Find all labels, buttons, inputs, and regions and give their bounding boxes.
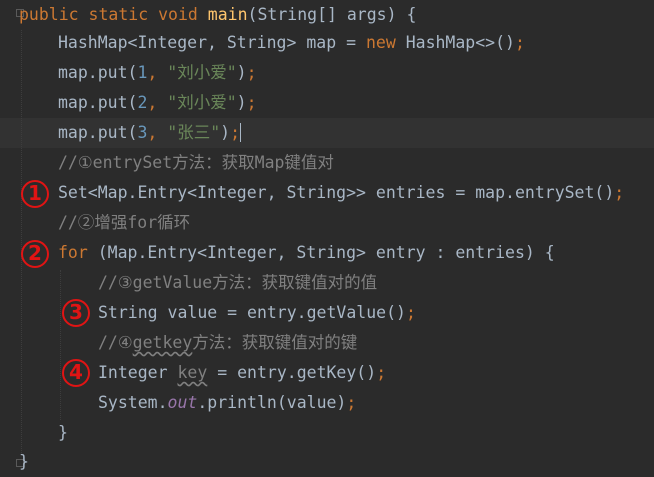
method-name: main — [207, 5, 248, 24]
annotation-badge-1: 1 — [21, 180, 49, 208]
comma: , — [147, 63, 168, 82]
editor-gutter — [0, 0, 14, 477]
comma: , — [147, 93, 168, 112]
code-text: map.put( — [58, 93, 138, 112]
semicolon: ; — [246, 63, 257, 82]
annotation-badge-4: 4 — [62, 359, 90, 387]
typo-underline: getkey — [132, 333, 193, 352]
code-line[interactable]: HashMap<Integer, String> map = new HashM… — [58, 28, 525, 58]
semicolon: ; — [614, 183, 625, 202]
keyword: static — [88, 5, 149, 24]
number-literal: 2 — [137, 93, 148, 112]
code-text: HashMap<Integer, String> map = — [58, 33, 366, 52]
comment-line[interactable]: //②增强for循环 — [58, 208, 190, 238]
code-text: (String[] args) { — [247, 5, 417, 24]
code-text: String value = entry.getValue() — [98, 303, 406, 322]
semicolon: ; — [246, 93, 257, 112]
code-line[interactable]: Integer key = entry.getKey(); — [98, 358, 386, 388]
comma: , — [147, 123, 168, 142]
code-line[interactable]: Set<Map.Entry<Integer, String>> entries … — [58, 178, 624, 208]
code-text: Integer — [98, 363, 178, 382]
semicolon: ; — [230, 123, 241, 142]
code-text: .println(value) — [197, 393, 347, 412]
indent-guide — [60, 270, 61, 420]
number-literal: 3 — [137, 123, 148, 142]
indent-guide — [21, 30, 22, 455]
comment-text: 方法：获取键值对的键 — [192, 333, 358, 352]
code-line[interactable]: map.put(2, "刘小爱"); — [58, 88, 257, 118]
keyword: public — [19, 5, 79, 24]
number-literal: 1 — [137, 63, 148, 82]
annotation-badge-3: 3 — [62, 299, 90, 327]
static-field: out — [167, 393, 198, 412]
comment-line[interactable]: //①entrySet方法：获取Map键值对 — [58, 148, 334, 178]
code-line[interactable]: map.put(3, "张三"); — [58, 118, 242, 148]
code-line[interactable]: System.out.println(value); — [98, 388, 356, 418]
code-text: (Map.Entry<Integer, String> entry : entr… — [87, 243, 555, 262]
keyword: void — [158, 5, 198, 24]
code-line[interactable]: public static void main(String[] args) { — [19, 0, 416, 30]
annotation-badge-2: 2 — [21, 240, 49, 268]
semicolon: ; — [376, 363, 387, 382]
text-caret — [240, 123, 242, 142]
code-line[interactable]: String value = entry.getValue(); — [98, 298, 416, 328]
semicolon: ; — [514, 33, 525, 52]
string-literal: "刘小爱" — [167, 93, 237, 112]
code-line[interactable]: for (Map.Entry<Integer, String> entry : … — [58, 238, 555, 268]
code-text: map.put( — [58, 123, 138, 142]
semicolon: ; — [346, 393, 357, 412]
comment-line[interactable]: //③getValue方法：获取键值对的值 — [98, 268, 377, 298]
code-text: ) — [220, 123, 231, 142]
code-text: = entry.getKey() — [207, 363, 377, 382]
closing-brace[interactable]: } — [19, 447, 29, 477]
semicolon: ; — [405, 303, 416, 322]
closing-brace[interactable]: } — [58, 418, 68, 448]
string-literal: "张三" — [167, 123, 221, 142]
code-text: ) — [236, 93, 247, 112]
code-text: System. — [98, 393, 168, 412]
code-text: ) — [236, 63, 247, 82]
code-editor[interactable]: public static void main(String[] args) {… — [0, 0, 654, 477]
code-text: Set<Map.Entry<Integer, String>> entries … — [58, 183, 615, 202]
code-line[interactable]: map.put(1, "刘小爱"); — [58, 58, 257, 88]
comment-line[interactable]: //④getkey方法：获取键值对的键 — [98, 328, 357, 358]
keyword: for — [58, 243, 88, 262]
string-literal: "刘小爱" — [167, 63, 237, 82]
code-text: map.put( — [58, 63, 138, 82]
keyword: new — [365, 33, 396, 52]
code-text: HashMap<>() — [395, 33, 515, 52]
unused-variable: key — [177, 363, 208, 382]
comment-prefix: //④ — [98, 333, 133, 352]
